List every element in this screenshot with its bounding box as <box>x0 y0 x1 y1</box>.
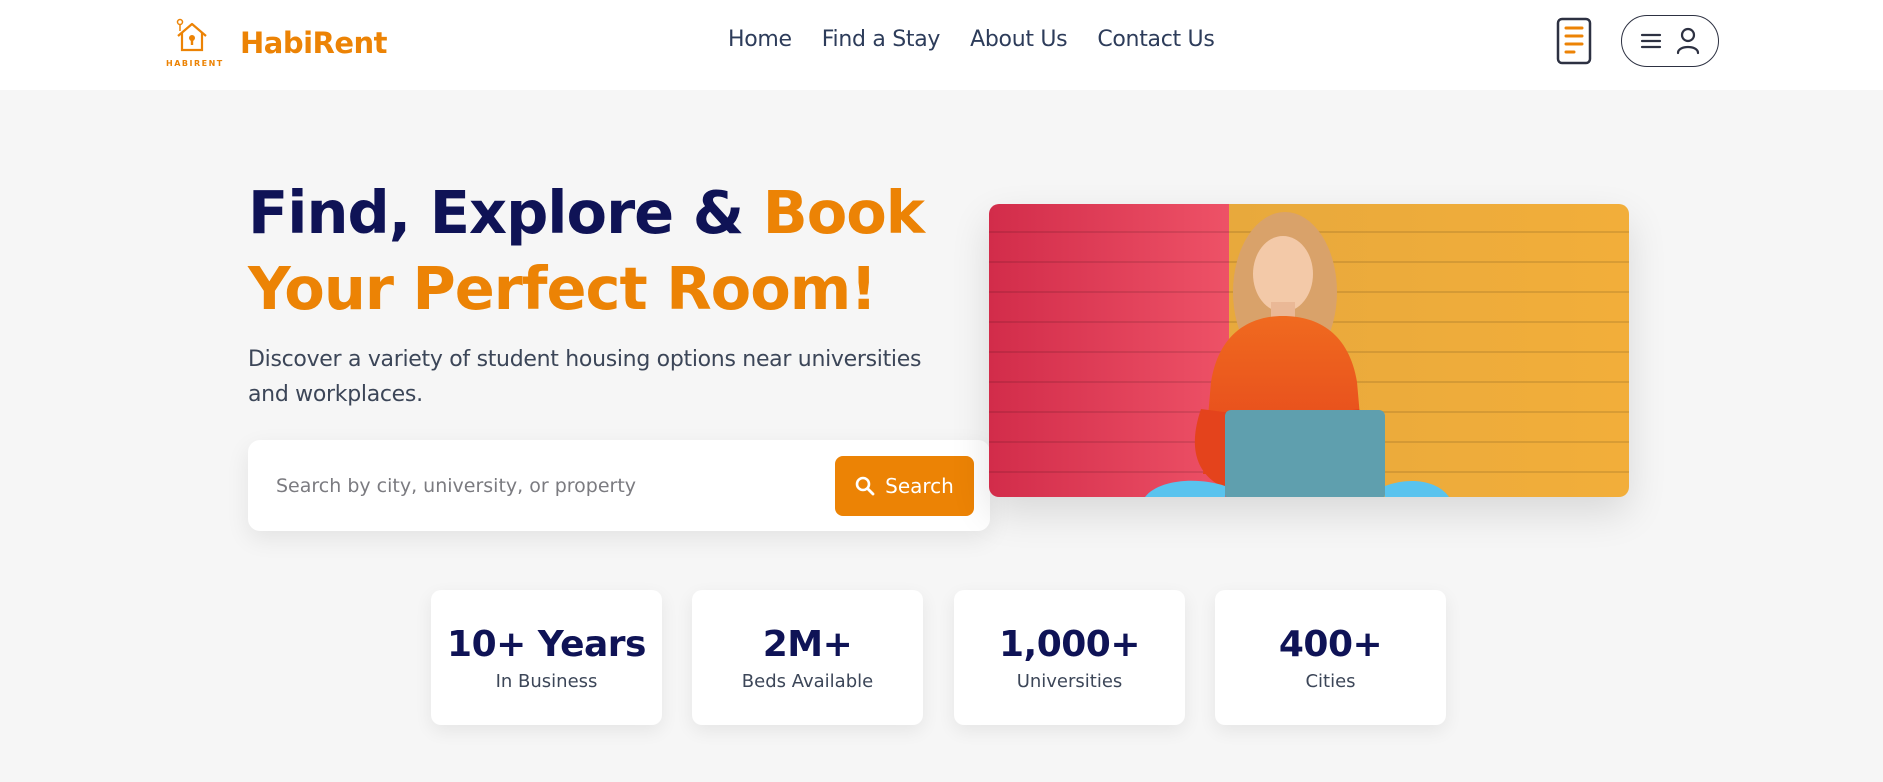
search-bar: Search <box>248 440 990 531</box>
nav-contact-us[interactable]: Contact Us <box>1097 27 1214 52</box>
house-logo-icon: HABIRENT <box>166 18 222 68</box>
search-button[interactable]: Search <box>835 456 974 516</box>
nav-about-us[interactable]: About Us <box>970 27 1068 52</box>
phone-app-icon <box>1556 17 1592 65</box>
user-menu-button[interactable] <box>1621 15 1719 67</box>
hero-title-main: Find, Explore & <box>248 178 763 247</box>
nav-home[interactable]: Home <box>728 27 792 52</box>
hero-image <box>989 204 1629 497</box>
search-input[interactable] <box>276 468 796 504</box>
menu-icon <box>1640 33 1662 49</box>
stat-card-universities: 1,000+ Universities <box>954 590 1185 725</box>
stat-label: Universities <box>1016 671 1123 692</box>
hero-subtitle: Discover a variety of student housing op… <box>248 347 922 407</box>
site-header: HABIRENT HabiRent Home Find a Stay About… <box>0 0 1883 90</box>
stat-card-beds: 2M+ Beds Available <box>692 590 923 725</box>
user-icon <box>1676 27 1700 55</box>
stat-value: 1,000+ <box>998 624 1141 665</box>
phone-app-button[interactable] <box>1556 17 1592 65</box>
hero-title: Find, Explore & Book Your Perfect Room! <box>248 175 948 327</box>
stat-value: 400+ <box>1278 624 1383 665</box>
search-button-label: Search <box>885 474 954 498</box>
nav-find-a-stay[interactable]: Find a Stay <box>822 27 941 52</box>
stat-label: Beds Available <box>741 671 874 692</box>
stat-card-cities: 400+ Cities <box>1215 590 1446 725</box>
logo-small-text: HABIRENT <box>166 59 224 68</box>
brand-name: HabiRent <box>240 26 388 60</box>
stat-label: In Business <box>495 671 598 692</box>
stat-label: Cities <box>1305 671 1356 692</box>
search-icon <box>855 476 875 496</box>
stat-value: 10+ Years <box>447 624 646 665</box>
stat-value: 2M+ <box>762 624 853 665</box>
logo-link[interactable]: HABIRENT HabiRent <box>166 18 388 68</box>
stat-card-years: 10+ Years In Business <box>431 590 662 725</box>
main-nav: Home Find a Stay About Us Contact Us <box>728 27 1215 52</box>
